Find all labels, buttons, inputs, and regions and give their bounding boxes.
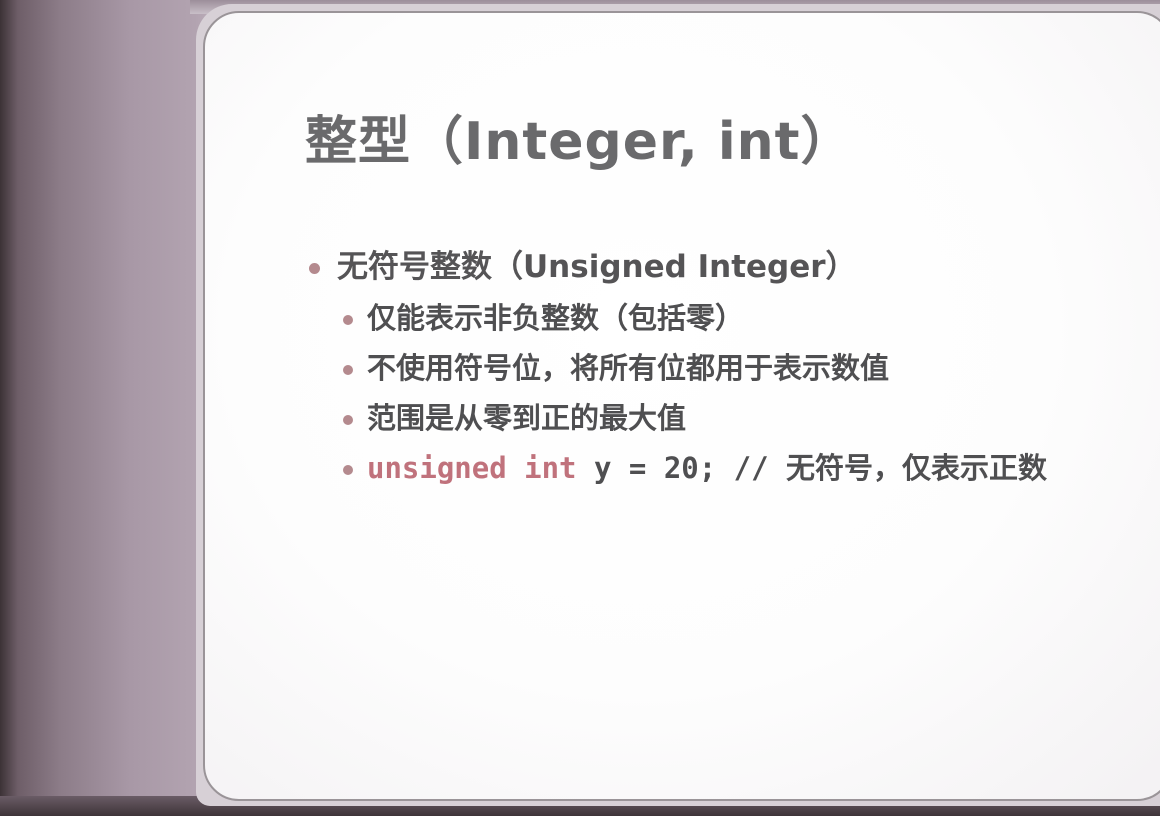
sub-bullet: 范围是从零到正的最大值 — [305, 393, 1145, 443]
bullet-heading: 无符号整数（Unsigned Integer） — [305, 241, 1145, 293]
sub-bullet-text: 不使用符号位，将所有位都用于表示数值 — [367, 351, 890, 385]
sub-bullet-text: 范围是从零到正的最大值 — [367, 401, 687, 435]
bullet-list: 无符号整数（Unsigned Integer） 仅能表示非负整数（包括零） 不使… — [305, 241, 1145, 493]
bullet-dot-icon — [343, 465, 353, 475]
code-keyword: unsigned int — [367, 451, 577, 485]
bullet-dot-icon — [309, 263, 320, 274]
bullet-dot-icon — [343, 315, 353, 325]
bullet-heading-text: 无符号整数（Unsigned Integer） — [337, 249, 857, 285]
code-rest: y = 20; // 无符号，仅表示正数 — [576, 451, 1048, 485]
sub-bullet-text: 仅能表示非负整数（包括零） — [367, 301, 745, 335]
presentation-slide: 整型（Integer, int） 无符号整数（Unsigned Integer）… — [203, 11, 1160, 801]
sub-bullet: 不使用符号位，将所有位都用于表示数值 — [305, 343, 1145, 393]
slide-title: 整型（Integer, int） — [305, 112, 854, 172]
sub-bullet: 仅能表示非负整数（包括零） — [305, 293, 1145, 343]
bullet-dot-icon — [343, 415, 353, 425]
bullet-dot-icon — [343, 365, 353, 375]
code-example: unsigned int y = 20; // 无符号，仅表示正数 — [305, 443, 1145, 493]
